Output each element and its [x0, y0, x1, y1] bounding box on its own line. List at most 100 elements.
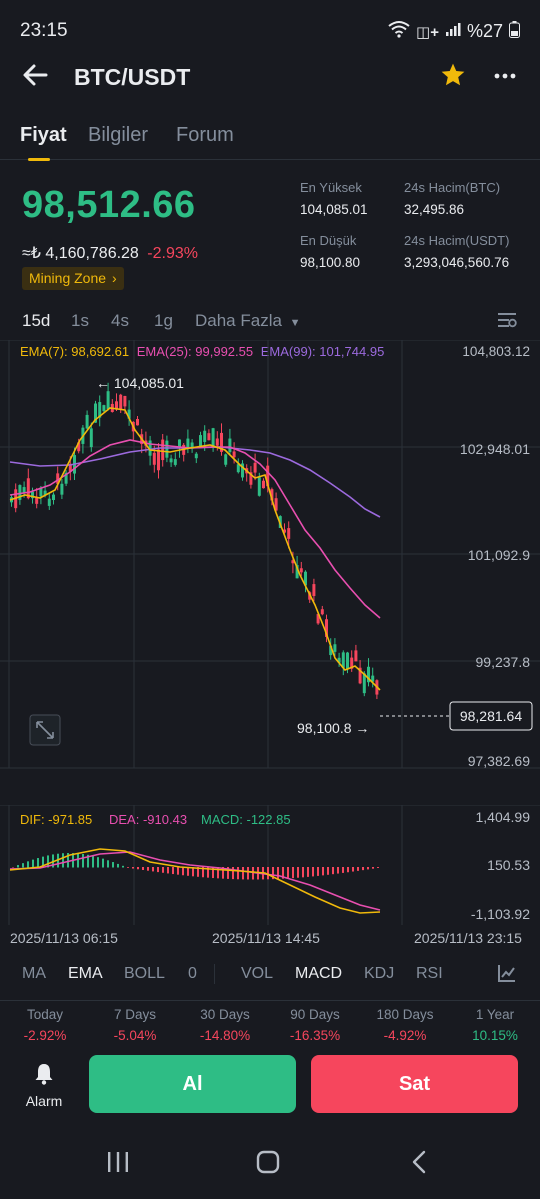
perf-7d-label: 7 Days [113, 1007, 157, 1022]
candle-body [207, 433, 211, 441]
candle-body [194, 453, 198, 459]
perf-180d-value: -4.92% [383, 1028, 427, 1043]
stat-low-value: 98,100.80 [300, 255, 361, 270]
perf-90d: 90 Days -16.35% [270, 1007, 360, 1043]
macd-bar [147, 867, 149, 871]
indicator-macd[interactable]: MACD [295, 965, 342, 983]
candle-body [52, 494, 55, 501]
candle-body [169, 458, 173, 463]
time-label-end: 2025/11/13 23:15 [414, 930, 522, 946]
buy-button[interactable]: Al [89, 1055, 296, 1113]
indicator-ema[interactable]: EMA [68, 965, 103, 983]
star-favorite-icon[interactable] [440, 62, 466, 93]
interval-15d[interactable]: 15d [22, 311, 50, 331]
candle-body [232, 451, 236, 458]
mining-zone-badge[interactable]: Mining Zone › [22, 267, 124, 290]
macd-bar [312, 867, 314, 877]
interval-4s[interactable]: 4s [111, 311, 129, 331]
candle-body [203, 430, 207, 442]
macd-bar [342, 867, 344, 873]
more-options-icon[interactable] [493, 64, 517, 93]
macd-y-tick-1: 1,404.99 [476, 809, 531, 825]
sell-button[interactable]: Sat [311, 1055, 518, 1113]
macd-bar [297, 867, 299, 878]
macd-bar [17, 865, 19, 868]
interval-1g[interactable]: 1g [154, 311, 173, 331]
y-tick-5: 97,382.69 [468, 753, 530, 769]
macd-bar [167, 867, 169, 874]
fiat-price-row: ≈₺ 4,160,786.28 -2.93% [22, 243, 198, 263]
tab-bilgiler[interactable]: Bilgiler [88, 124, 148, 147]
indicator-kdj[interactable]: KDJ [364, 965, 394, 983]
indicator-zero[interactable]: 0 [188, 965, 197, 983]
indicator-vol[interactable]: VOL [241, 965, 273, 983]
candle-series [10, 382, 379, 700]
last-price: 98,512.66 [22, 184, 196, 226]
stat-high-label: En Yüksek [300, 180, 362, 195]
candle-body [35, 497, 39, 504]
candle-body [262, 480, 265, 489]
candle-body [299, 568, 303, 573]
wifi-icon [388, 20, 410, 43]
back-nav-icon[interactable] [408, 1150, 432, 1179]
macd-bar [12, 867, 14, 868]
macd-bar [362, 867, 364, 871]
status-icons: ◫+ %27 [388, 20, 520, 43]
candle-body [211, 428, 215, 447]
macd-bar [152, 867, 154, 872]
chart-settings-icon[interactable] [497, 310, 517, 335]
indicator-rsi[interactable]: RSI [416, 965, 443, 983]
macd-bar [92, 855, 94, 868]
ema7-line [9, 407, 381, 691]
macd-bar [287, 867, 289, 879]
indicator-settings-icon[interactable] [497, 963, 517, 988]
macd-bar [62, 853, 64, 868]
interval-1s[interactable]: 1s [71, 311, 89, 331]
interval-selector: 15d 1s 4s 1g Daha Fazla ▼ [0, 308, 540, 334]
candle-body [157, 449, 160, 471]
fiat-price: ≈₺ 4,160,786.28 [22, 245, 139, 262]
candle-body [123, 395, 127, 407]
macd-bar [132, 867, 134, 869]
indicator-tabs: MA EMA BOLL 0 VOL MACD KDJ RSI [0, 960, 540, 990]
cell-signal-icon [445, 21, 461, 42]
battery-level: %27 [466, 21, 503, 41]
home-icon[interactable] [256, 1150, 280, 1179]
macd-chart[interactable]: DIF: -971.85 DEA: -910.43 MACD: -122.85 … [0, 805, 540, 925]
macd-bar [332, 867, 334, 875]
macd-bar [22, 863, 24, 868]
macd-bar [137, 867, 139, 870]
interval-more[interactable]: Daha Fazla ▼ [195, 311, 301, 331]
macd-bar [102, 858, 104, 868]
perf-30d: 30 Days -14.80% [180, 1007, 270, 1043]
macd-bar [327, 867, 329, 875]
back-arrow-icon[interactable] [22, 62, 48, 93]
candlestick-chart[interactable]: ← 104,085.01 98,100.8 → 98,281.64 104,80… [0, 340, 540, 770]
indicator-ma[interactable]: MA [22, 965, 46, 983]
time-label-start: 2025/11/13 06:15 [10, 930, 118, 946]
stat-vol-usdt-label: 24s Hacim(USDT) [404, 233, 510, 248]
macd-bar [357, 867, 359, 871]
perf-180d: 180 Days -4.92% [360, 1007, 450, 1043]
perf-1y-value: 10.15% [472, 1028, 518, 1043]
macd-bar [307, 867, 309, 877]
macd-bar [157, 867, 159, 873]
macd-bar [177, 867, 179, 875]
fullscreen-icon[interactable] [29, 714, 61, 746]
candle-body [287, 528, 291, 539]
candle-body [89, 428, 93, 448]
perf-90d-label: 90 Days [290, 1007, 340, 1022]
indicator-boll[interactable]: BOLL [124, 965, 165, 983]
recent-apps-icon[interactable] [106, 1150, 130, 1179]
low-price-marker: 98,100.8 → [297, 720, 369, 736]
active-tab-indicator [28, 158, 50, 161]
pair-title[interactable]: BTC/USDT [74, 64, 190, 91]
tab-forum[interactable]: Forum [176, 124, 234, 147]
tab-fiyat[interactable]: Fiyat [20, 124, 67, 147]
stat-high: En Yüksek 104,085.01 [300, 180, 368, 217]
system-nav-bar [0, 1130, 540, 1199]
bell-icon [32, 1064, 56, 1090]
alarm-button[interactable]: Alarm [18, 1062, 70, 1109]
macd-bar [367, 867, 369, 870]
candle-body [224, 454, 228, 465]
